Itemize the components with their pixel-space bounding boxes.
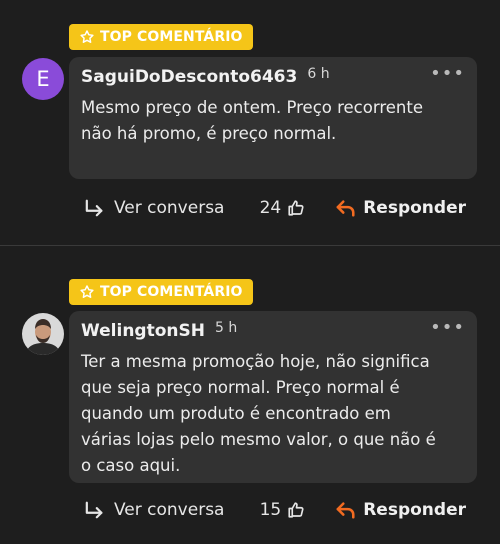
like-count: 15 [259,500,282,520]
author-name[interactable]: WelingtonSH [81,321,205,341]
avatar[interactable] [22,313,64,355]
more-options-icon[interactable]: ••• [430,63,465,84]
avatar-letter: E [36,67,50,91]
comment-bubble: WelingtonSH 5 h ••• Ter a mesma promoção… [69,311,477,483]
reply-button[interactable]: Responder [335,198,466,218]
like-button[interactable]: 24 [260,198,306,218]
conversation-arrow-icon [85,199,103,217]
badge-label: TOP COMENTÁRIO [100,284,243,300]
author-name[interactable]: SaguiDoDesconto6463 [81,67,297,87]
like-count: 24 [259,198,282,218]
comment-actions: Ver conversa 24 Responder [84,193,466,223]
comment-bubble: SaguiDoDesconto6463 6 h ••• Mesmo preço … [69,57,477,179]
like-button[interactable]: 15 [260,500,306,520]
comment-text: Mesmo preço de ontem. Preço recorrente n… [81,98,423,143]
comment-time: 5 h [214,320,238,336]
star-icon [80,285,94,298]
view-conversation-button[interactable]: Ver conversa [84,500,224,520]
view-conversation-label: Ver conversa [114,500,225,520]
view-conversation-button[interactable]: Ver conversa [84,198,224,218]
view-conversation-label: Ver conversa [114,198,225,218]
thumbs-up-icon [288,502,304,518]
comment-card: TOP COMENTÁRIO E SaguiDoDesconto6463 6 h… [0,0,500,245]
reply-arrow-icon [336,200,355,217]
reply-button[interactable]: Responder [335,500,466,520]
reply-label: Responder [363,198,466,218]
comment-text: Ter a mesma promoção hoje, não significa… [81,352,436,475]
top-comment-badge: TOP COMENTÁRIO [69,279,253,305]
top-comment-badge: TOP COMENTÁRIO [69,24,253,50]
badge-label: TOP COMENTÁRIO [100,29,243,45]
conversation-arrow-icon [85,501,103,519]
reply-arrow-icon [336,502,355,519]
comment-time: 6 h [307,66,330,82]
more-options-icon[interactable]: ••• [430,317,465,338]
user-photo-avatar [22,313,64,355]
star-icon [80,30,94,43]
avatar[interactable]: E [22,58,64,100]
thumbs-up-icon [288,200,304,216]
reply-label: Responder [363,500,466,520]
comment-actions: Ver conversa 15 Responder [84,495,466,525]
comment-card: TOP COMENTÁRIO WelingtonSH 5 h ••• Ter a… [0,245,500,543]
